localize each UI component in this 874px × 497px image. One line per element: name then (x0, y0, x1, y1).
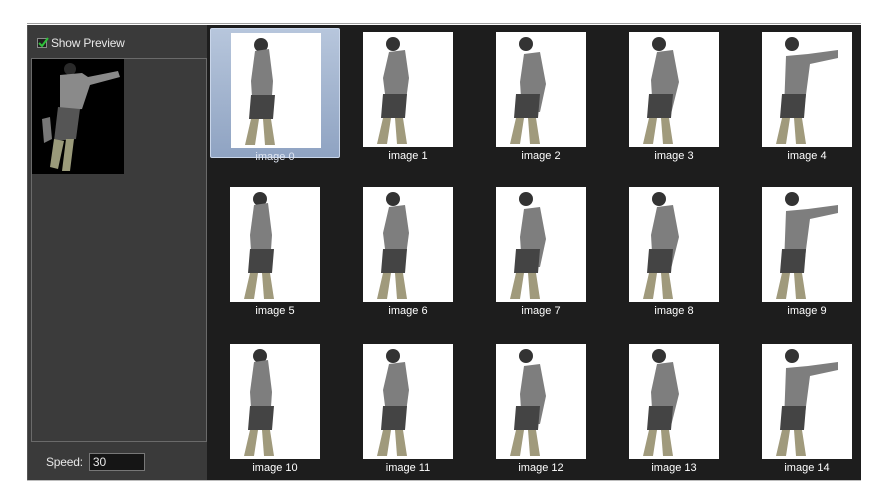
thumbnail-item[interactable]: image 12 (476, 340, 606, 474)
thumbnail-item[interactable]: image 3 (609, 28, 739, 162)
thumbnail-item[interactable]: image 7 (476, 183, 606, 317)
thumbnail-image (363, 32, 453, 147)
thumbnail-image (629, 344, 719, 459)
show-preview-toggle[interactable]: Show Preview (37, 36, 125, 50)
thumbnail-image (496, 32, 586, 147)
thumbnail-label: image 0 (255, 151, 295, 163)
thumbnail-image (363, 344, 453, 459)
checkmark-icon (38, 37, 49, 48)
thumbnail-label: image 14 (784, 462, 830, 474)
thumbnail-item[interactable]: image 0 (210, 28, 340, 163)
thumbnail-label: image 5 (255, 305, 295, 317)
thumbnail-label: image 4 (787, 150, 827, 162)
thumbnail-image (629, 32, 719, 147)
show-preview-checkbox[interactable] (37, 37, 49, 48)
thumbnail-image (230, 187, 320, 302)
thumbnail-image (762, 32, 852, 147)
thumbnail-image (496, 187, 586, 302)
preview-panel: Show Preview Speed: 30 (27, 25, 208, 480)
bottom-divider (27, 480, 861, 481)
thumbnail-label: image 8 (654, 305, 694, 317)
thumbnail-item[interactable]: image 10 (210, 340, 340, 474)
thumbnail-item[interactable]: image 9 (742, 183, 872, 317)
thumbnail-image (629, 187, 719, 302)
thumbnail-image (496, 344, 586, 459)
thumbnail-label: image 9 (787, 305, 827, 317)
animation-preview-image (32, 59, 124, 174)
show-preview-label: Show Preview (51, 36, 125, 50)
sprite-viewer-window: Show Preview Speed: 30 image 0 image 1 ima… (0, 0, 874, 497)
preview-figure (32, 59, 124, 174)
thumbnail-image (762, 187, 852, 302)
thumbnail-item[interactable]: image 8 (609, 183, 739, 317)
thumbnail-item[interactable]: image 11 (343, 340, 473, 474)
thumbnail-label: image 10 (252, 462, 298, 474)
thumbnail-label: image 2 (521, 150, 561, 162)
preview-area (31, 58, 207, 442)
thumbnail-item[interactable]: image 4 (742, 28, 872, 162)
thumbnail-item[interactable]: image 13 (609, 340, 739, 474)
speed-label: Speed: (46, 455, 83, 469)
thumbnail-grid: image 0 image 1 image 2 image 3 image 4 image… (207, 25, 861, 480)
thumbnail-label: image 11 (385, 462, 431, 474)
top-divider (27, 23, 861, 24)
thumbnail-label: image 1 (388, 150, 428, 162)
thumbnail-item[interactable]: image 5 (210, 183, 340, 317)
thumbnail-label: image 6 (388, 305, 428, 317)
thumbnail-label: image 12 (518, 462, 564, 474)
speed-control: Speed: 30 (46, 452, 145, 472)
thumbnail-label: image 7 (521, 305, 561, 317)
thumbnail-label: image 13 (651, 462, 697, 474)
thumbnail-item[interactable]: image 1 (343, 28, 473, 162)
speed-input[interactable]: 30 (88, 453, 145, 471)
thumbnail-item[interactable]: image 6 (343, 183, 473, 317)
thumbnail-image (363, 187, 453, 302)
thumbnail-label: image 3 (654, 150, 694, 162)
thumbnail-item[interactable]: image 2 (476, 28, 606, 162)
thumbnail-item[interactable]: image 14 (742, 340, 872, 474)
thumbnail-image (230, 344, 320, 459)
thumbnail-image (762, 344, 852, 459)
thumbnail-image (231, 33, 321, 148)
